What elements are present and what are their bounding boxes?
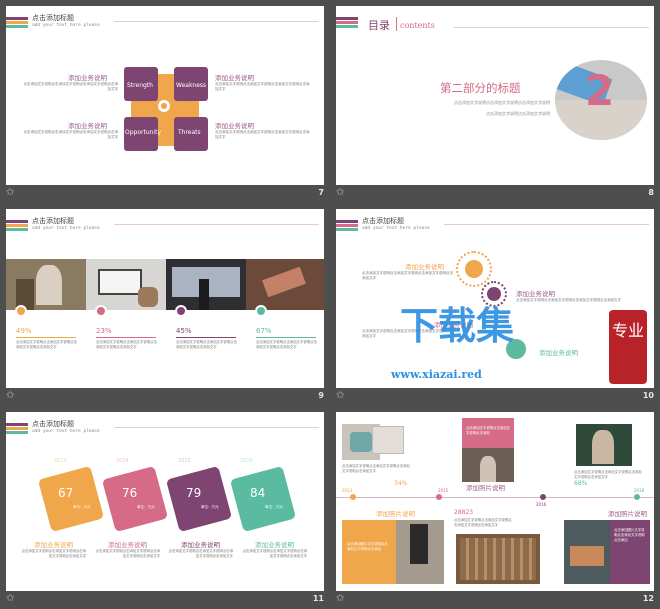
watermark-stamp: 专业: [609, 310, 647, 384]
slide-canvas: 点击添加标题 add your text here please 49% 23%…: [6, 209, 324, 388]
slide-thumb-11[interactable]: 点击添加标题 add your text here please 2013 20…: [0, 406, 330, 609]
stat-value: 23%: [96, 327, 112, 335]
swot-opportunity: Opportunity: [124, 117, 161, 151]
stat-value: 34%: [394, 480, 408, 487]
slide-number: 11: [312, 594, 324, 603]
lightbulb-icon: ●: [158, 100, 170, 112]
photo-woman: [462, 448, 514, 482]
home-icon: [95, 305, 107, 317]
chat-icon: [465, 260, 483, 278]
slide-thumb-12[interactable]: 点击添加文字说明点击添加文字说明点击添加文字说明点击添加文字 点击添加文字说明点…: [330, 406, 660, 609]
photo-network: [246, 259, 324, 310]
stat-value: 28823: [454, 509, 474, 516]
toc-subtitle: contents: [400, 21, 435, 30]
purple-callout: 点击添加图片文字说明点击添加文字说明点击添加: [610, 520, 650, 584]
value-number: 76: [122, 486, 138, 500]
photo-walk: [396, 520, 444, 584]
value-number: 79: [186, 486, 202, 500]
slide-subtitle: add your text here please: [32, 23, 100, 28]
slide-canvas: 点击添加标题 add your text here please Strengt…: [6, 6, 324, 185]
stat-value: 68%: [574, 480, 588, 487]
swot-weakness: Weakness: [174, 67, 208, 101]
slide-canvas: 点击添加文字说明点击添加文字说明点击添加文字说明点击添加文字 点击添加文字说明点…: [336, 412, 654, 591]
slide-number: 7: [318, 188, 324, 197]
slide-number: 10: [642, 391, 654, 400]
swot-strength: Strength: [124, 67, 158, 101]
photo-laptop: [86, 259, 166, 310]
stat-value: 67%: [256, 327, 272, 335]
slide-canvas: 点击添加标题 add your text here please 添加业务说明 …: [336, 209, 654, 388]
photo-village: [564, 520, 610, 584]
stat-value: 49%: [16, 327, 32, 335]
watermark-url: www.xiazai.red: [391, 368, 482, 381]
key-icon: [175, 305, 187, 317]
star-icon[interactable]: ✩: [336, 188, 344, 198]
slide-number: 12: [642, 594, 654, 603]
slide-subtitle: add your text here please: [32, 226, 100, 231]
photo-window: [166, 259, 246, 310]
star-icon[interactable]: ✩: [6, 391, 14, 401]
slide-thumb-7[interactable]: 点击添加标题 add your text here please Strengt…: [0, 0, 330, 203]
flag-icon: [255, 305, 267, 317]
slide-thumb-10[interactable]: 点击添加标题 add your text here please 添加业务说明 …: [330, 203, 660, 406]
star-icon[interactable]: ✩: [6, 594, 14, 604]
photo-people: [6, 259, 86, 310]
slide-title: 点击添加标题: [32, 14, 74, 22]
value-number: 67: [58, 486, 74, 500]
slide-thumb-9[interactable]: 点击添加标题 add your text here please 49% 23%…: [0, 203, 330, 406]
stat-value: 45%: [176, 327, 192, 335]
slide-subtitle: add your text here please: [362, 226, 430, 231]
user-icon: [15, 305, 27, 317]
star-icon[interactable]: ✩: [336, 391, 344, 401]
slide-thumb-8[interactable]: 目录 contents 第二部分的标题 点击添加文字说明点击添加文字说明点击添加…: [330, 0, 660, 203]
watermark-title: 下载集: [400, 304, 515, 348]
slide-number: 8: [648, 188, 654, 197]
star-icon[interactable]: ✩: [336, 594, 344, 604]
swot-threats: Threats: [174, 117, 208, 151]
slide-number: 9: [318, 391, 324, 400]
slide-title: 点击添加标题: [32, 420, 74, 428]
slide-canvas: 点击添加标题 add your text here please 2013 20…: [6, 412, 324, 591]
orange-callout: 点击添加图片文字说明点击添加文字说明点击添加: [342, 520, 396, 584]
slide-title: 点击添加标题: [362, 217, 404, 225]
star-icon[interactable]: ✩: [6, 188, 14, 198]
slide-canvas: 目录 contents 第二部分的标题 点击添加文字说明点击添加文字说明点击添加…: [336, 6, 654, 185]
photo-camera: [576, 424, 632, 466]
slide-subtitle: add your text here please: [32, 429, 100, 434]
part-number: 2: [585, 66, 615, 115]
value-number: 84: [250, 486, 266, 500]
pink-callout: 点击添加文字说明点击添加文字说明点击添加: [462, 418, 514, 448]
part-title: 第二部分的标题: [440, 81, 521, 95]
slide-title: 点击添加标题: [32, 217, 74, 225]
photo-library: [456, 534, 540, 584]
toc-title: 目录: [368, 19, 390, 32]
